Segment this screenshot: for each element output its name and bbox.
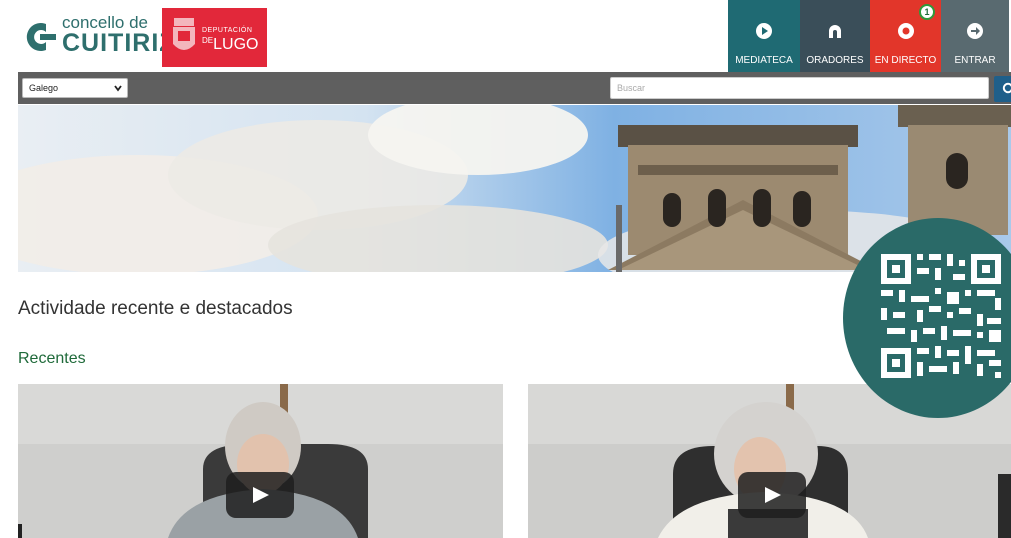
speaker-user-icon: [829, 25, 841, 38]
nav-en-directo[interactable]: 1 EN DIRECTO: [870, 0, 941, 72]
search-icon: [1002, 82, 1011, 94]
concello-logo-mark-icon: [26, 23, 56, 51]
search-input[interactable]: Buscar: [610, 77, 989, 99]
deputacion-lugo-logo[interactable]: DEPUTACIÓN DELUGO: [162, 8, 267, 67]
live-count-badge: 1: [919, 4, 935, 20]
search-button[interactable]: [994, 76, 1011, 102]
hero-banner: [18, 105, 1011, 272]
coat-of-arms-icon: [173, 18, 195, 50]
language-select-value: Galego: [29, 83, 59, 93]
nav-label: ORADORES: [806, 55, 864, 66]
arrow-right-circle-icon: [967, 23, 983, 39]
video-thumbnail[interactable]: [18, 384, 503, 538]
nav-label: ENTRAR: [954, 55, 996, 66]
play-button-icon[interactable]: [738, 472, 806, 518]
logo-line-2: CUITIRIZ: [62, 29, 176, 57]
page-heading: Actividade recente e destacados: [18, 298, 293, 319]
chevron-down-icon: [114, 85, 122, 92]
play-button-icon[interactable]: [226, 472, 294, 518]
live-eye-icon: [897, 23, 914, 39]
main-nav: MEDIATECA ORADORES 1 EN DIRECTO ENTRAR: [728, 0, 1009, 72]
toolbar: Galego Buscar: [18, 72, 1011, 104]
church-banner-image: [18, 105, 1011, 272]
concello-logo[interactable]: concello de CUITIRIZ: [18, 8, 175, 60]
play-circle-icon: [756, 23, 772, 39]
partner-line-2: DELUGO: [202, 36, 258, 54]
nav-mediateca[interactable]: MEDIATECA: [728, 0, 800, 72]
section-heading-recentes: Recentes: [18, 350, 86, 367]
partner-line-1: DEPUTACIÓN: [202, 27, 253, 34]
language-select[interactable]: Galego: [22, 78, 128, 98]
nav-label: MEDIATECA: [735, 55, 793, 66]
nav-label: EN DIRECTO: [874, 55, 937, 66]
site-header: concello de CUITIRIZ DEPUTACIÓN DELUGO M…: [0, 0, 1011, 72]
nav-entrar[interactable]: ENTRAR: [941, 0, 1009, 72]
search-placeholder: Buscar: [617, 83, 646, 93]
partner-lugo: LUGO: [213, 36, 259, 53]
partner-de: DE: [202, 36, 214, 45]
nav-oradores[interactable]: ORADORES: [800, 0, 870, 72]
